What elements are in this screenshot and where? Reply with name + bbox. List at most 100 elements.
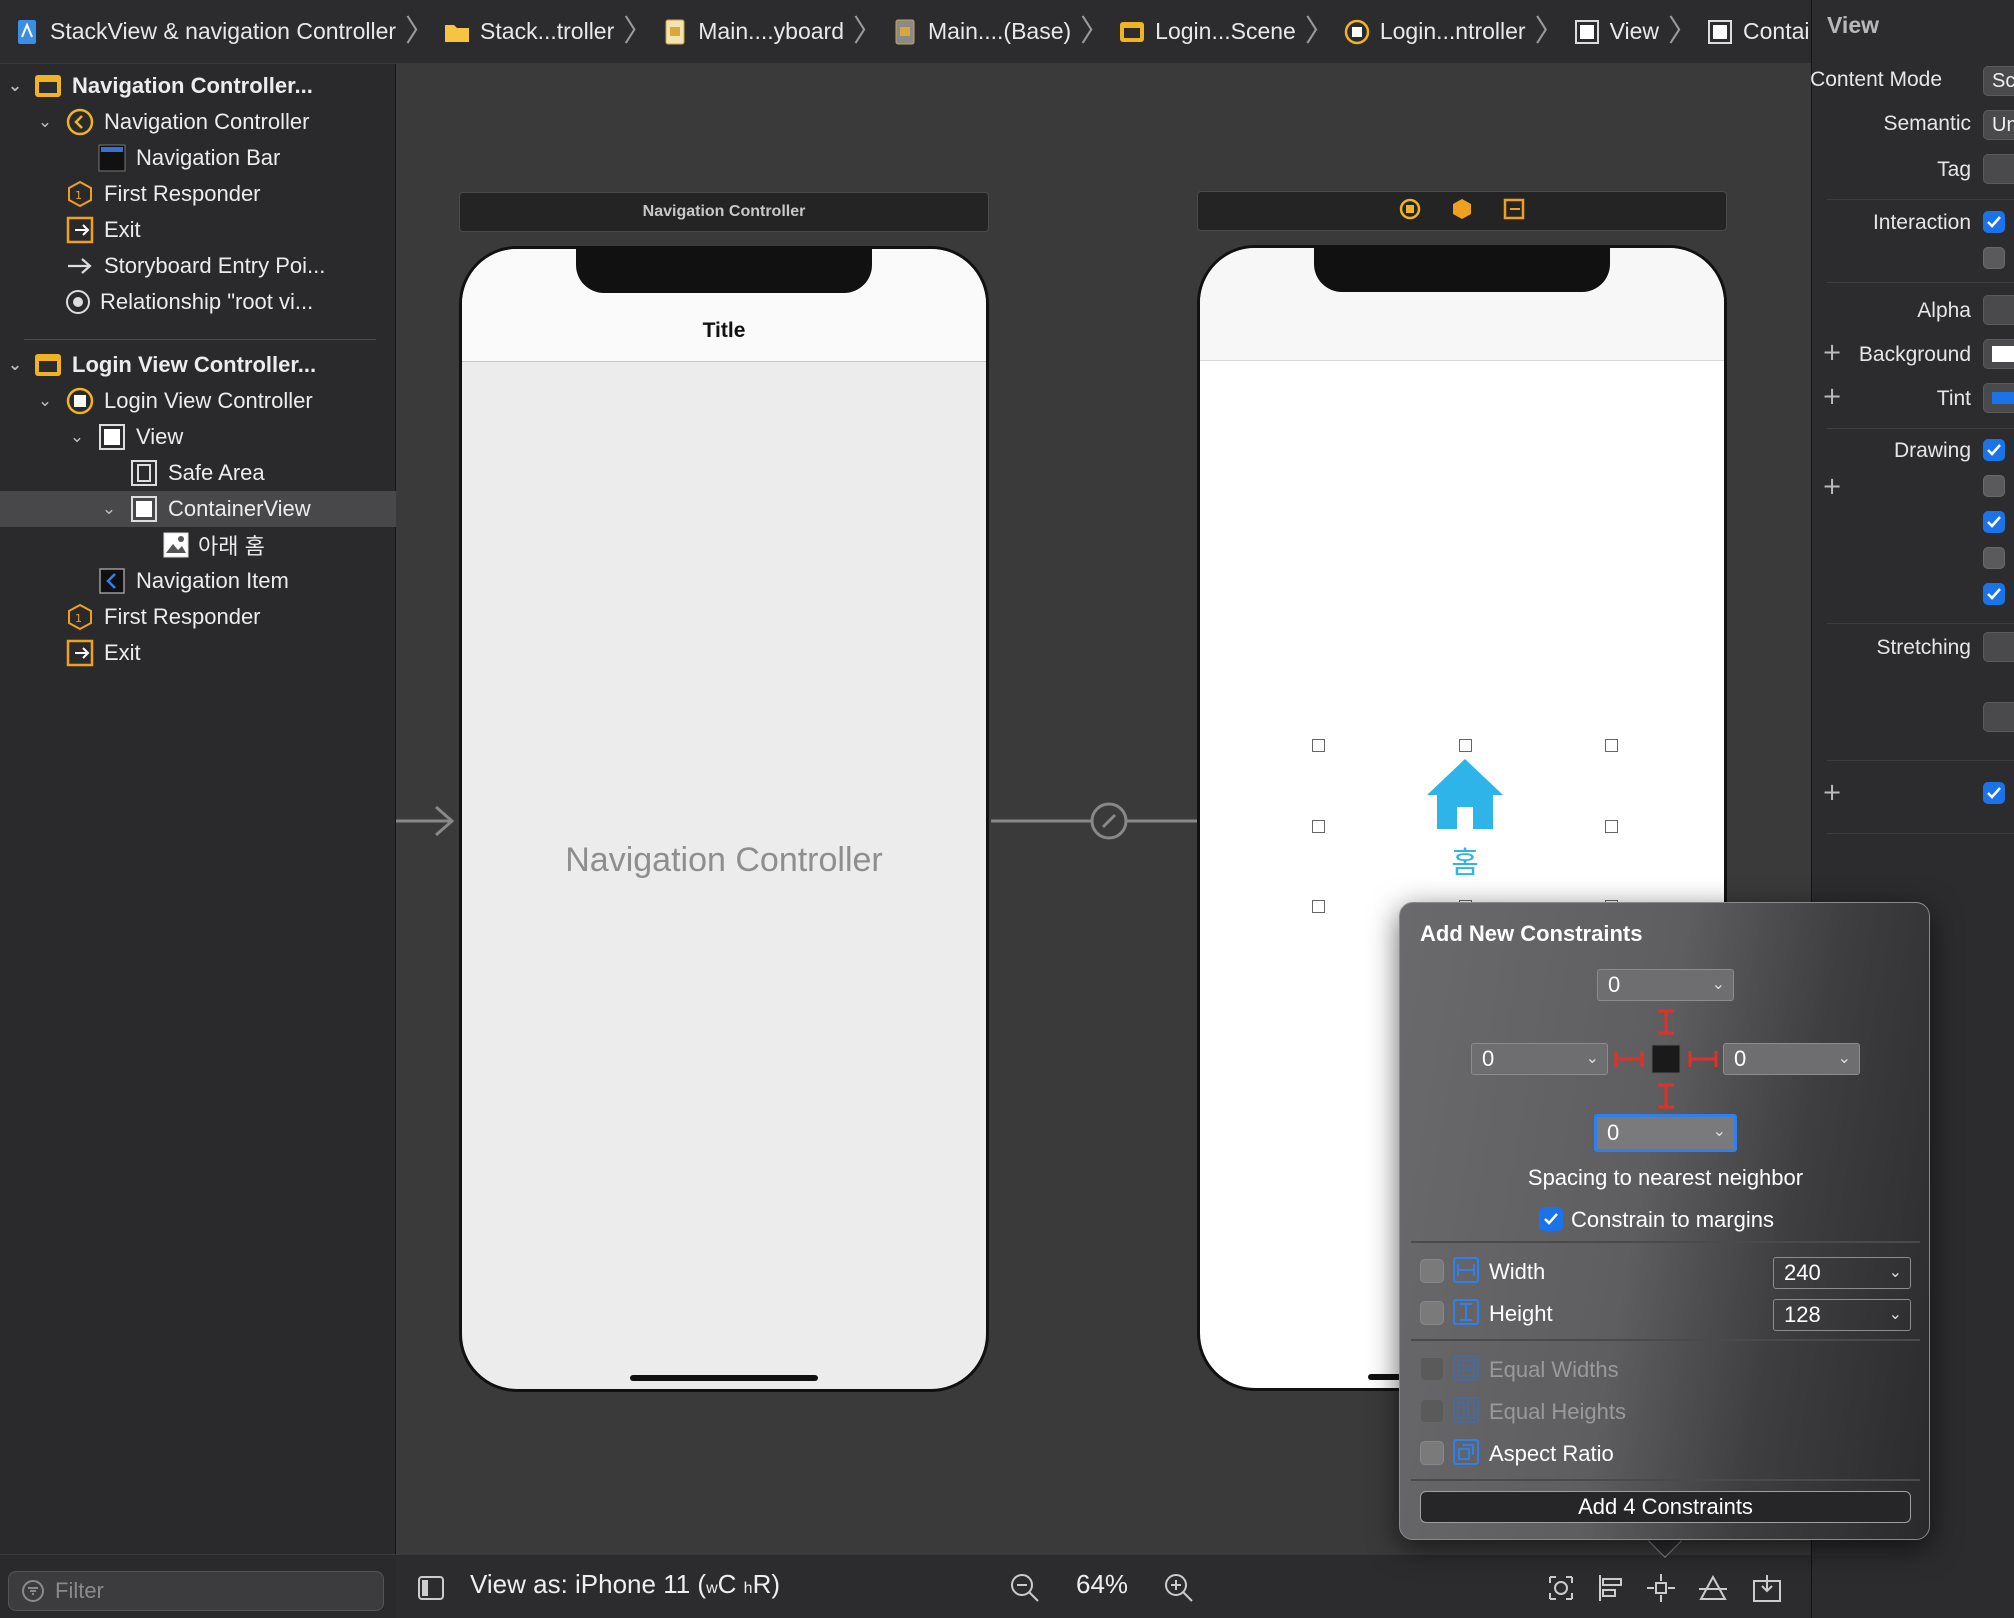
- resize-handle[interactable]: [1605, 739, 1618, 752]
- resolve-issues-icon[interactable]: [1698, 1573, 1728, 1603]
- add-constraints-icon[interactable]: [1646, 1573, 1676, 1603]
- leading-strut[interactable]: [1614, 1051, 1644, 1067]
- top-spacing-combo[interactable]: 0 ⌄: [1597, 969, 1734, 1001]
- width-checkbox[interactable]: [1420, 1259, 1444, 1283]
- outline-item-exit[interactable]: Exit: [0, 635, 396, 671]
- breadcrumb-storyboard-base[interactable]: Main....(Base): [892, 12, 1071, 52]
- outline-item-exit[interactable]: Exit: [0, 212, 396, 248]
- height-checkbox[interactable]: [1420, 1301, 1444, 1325]
- aspect-ratio-checkbox[interactable]: [1420, 1441, 1444, 1465]
- user-interaction-enabled-checkbox[interactable]: [1983, 211, 2005, 233]
- semantic-select[interactable]: Un: [1983, 110, 2014, 140]
- tag-field[interactable]: [1983, 154, 2014, 184]
- chevron-down-icon[interactable]: ⌄: [36, 391, 54, 411]
- top-strut[interactable]: [1658, 1009, 1674, 1035]
- background-swatch: [1992, 346, 2014, 362]
- outline-item-storyboard-entry-point[interactable]: Storyboard Entry Poi...: [0, 248, 396, 284]
- leading-spacing-combo[interactable]: 0 ⌄: [1471, 1043, 1608, 1075]
- view-controller-icon[interactable]: [1399, 198, 1421, 225]
- outline-item-login-view-controller[interactable]: ⌄ Login View Controller: [0, 383, 396, 419]
- opaque-checkbox[interactable]: [1983, 439, 2005, 461]
- alpha-field[interactable]: [1983, 295, 2014, 325]
- outline-item-container-view[interactable]: ⌄ ContainerView: [0, 491, 396, 527]
- outline-item-navigation-controller[interactable]: ⌄ Navigation Controller: [0, 104, 396, 140]
- chevron-down-icon[interactable]: ⌄: [1712, 974, 1725, 993]
- bottom-strut[interactable]: [1658, 1083, 1674, 1109]
- navigation-controller-scene-header[interactable]: Navigation Controller: [459, 192, 989, 232]
- stretching-width-field[interactable]: [1983, 702, 2014, 732]
- installed-checkbox[interactable]: [1983, 782, 2005, 804]
- resize-handle[interactable]: [1605, 820, 1618, 833]
- outline-item-navigation-controller-scene[interactable]: ⌄ Navigation Controller...: [0, 68, 396, 104]
- hidden-checkbox[interactable]: [1983, 475, 2005, 497]
- zoom-in-icon[interactable]: [1164, 1573, 1194, 1603]
- outline-item-label: Exit: [104, 640, 141, 665]
- constrain-margins-checkbox[interactable]: [1539, 1207, 1563, 1231]
- content-mode-select[interactable]: Sc: [1983, 66, 2014, 96]
- resize-handle[interactable]: [1459, 739, 1472, 752]
- breadcrumb-storyboard[interactable]: Main....yboard: [662, 12, 844, 52]
- stretching-x-field[interactable]: [1983, 632, 2014, 662]
- first-responder-icon[interactable]: [1451, 198, 1473, 225]
- breadcrumb-scene[interactable]: Login...Scene: [1119, 12, 1296, 52]
- equal-heights-checkbox[interactable]: [1420, 1399, 1444, 1423]
- breadcrumb-view[interactable]: View: [1574, 12, 1659, 52]
- breadcrumb-view-controller[interactable]: Login...ntroller: [1344, 12, 1526, 52]
- autoresize-subviews-checkbox[interactable]: [1983, 583, 2005, 605]
- storyboard-entry-arrow-icon[interactable]: [396, 796, 456, 846]
- resize-handle[interactable]: [1312, 820, 1325, 833]
- chevron-down-icon[interactable]: ⌄: [68, 427, 86, 447]
- tint-color-well[interactable]: [1983, 383, 2014, 413]
- resize-handle[interactable]: [1312, 900, 1325, 913]
- resize-handle[interactable]: [1312, 739, 1325, 752]
- width-value-combo[interactable]: 240 ⌄: [1773, 1257, 1911, 1289]
- breadcrumb-project[interactable]: StackView & navigation Controller: [14, 12, 396, 52]
- outline-item-login-scene[interactable]: ⌄ Login View Controller...: [0, 347, 396, 383]
- chevron-down-icon[interactable]: ⌄: [1889, 1262, 1902, 1281]
- add-variation-icon[interactable]: +: [1822, 778, 1842, 806]
- navigation-controller-phone[interactable]: Title Navigation Controller: [459, 246, 989, 1392]
- chevron-down-icon[interactable]: ⌄: [1586, 1048, 1599, 1067]
- outline-item-image-view[interactable]: 아래 홈: [0, 527, 396, 563]
- add-variation-icon[interactable]: +: [1822, 472, 1842, 500]
- outline-item-first-responder[interactable]: 1 First Responder: [0, 176, 396, 212]
- container-view[interactable]: 홈: [1312, 739, 1618, 913]
- height-value-combo[interactable]: 128 ⌄: [1773, 1299, 1911, 1331]
- chevron-down-icon[interactable]: ⌄: [1713, 1121, 1726, 1140]
- background-color-well[interactable]: [1983, 339, 2014, 369]
- filter-input[interactable]: Filter: [8, 1571, 384, 1611]
- chevron-down-icon[interactable]: ⌄: [100, 499, 118, 519]
- chevron-down-icon[interactable]: ⌄: [6, 76, 24, 96]
- update-frames-icon[interactable]: [1546, 1573, 1576, 1603]
- sidebar-toggle-icon[interactable]: [416, 1573, 446, 1603]
- clip-to-bounds-checkbox[interactable]: [1983, 547, 2005, 569]
- chevron-down-icon[interactable]: ⌄: [1889, 1304, 1902, 1323]
- equal-widths-checkbox[interactable]: [1420, 1357, 1444, 1381]
- exit-icon[interactable]: [1503, 198, 1525, 225]
- align-icon[interactable]: [1596, 1573, 1626, 1603]
- bottom-spacing-combo[interactable]: 0 ⌄: [1594, 1114, 1737, 1152]
- trailing-strut[interactable]: [1688, 1051, 1718, 1067]
- outline-item-safe-area[interactable]: Safe Area: [0, 455, 396, 491]
- outline-item-navigation-item[interactable]: Navigation Item: [0, 563, 396, 599]
- breadcrumb-container-view[interactable]: ContainerView: [1707, 12, 1811, 52]
- outline-item-navigation-bar[interactable]: Navigation Bar: [0, 140, 396, 176]
- project-icon: [14, 19, 40, 45]
- add-variation-icon[interactable]: +: [1822, 338, 1842, 366]
- clears-graphics-context-checkbox[interactable]: [1983, 511, 2005, 533]
- view-as-device[interactable]: View as: iPhone 11 (wC hR): [470, 1569, 780, 1600]
- outline-item-first-responder[interactable]: 1 First Responder: [0, 599, 396, 635]
- embed-in-icon[interactable]: [1752, 1573, 1782, 1603]
- add-variation-icon[interactable]: +: [1822, 382, 1842, 410]
- outline-item-view[interactable]: ⌄ View: [0, 419, 396, 455]
- outline-item-relationship[interactable]: Relationship "root vi...: [0, 284, 396, 320]
- breadcrumb-folder[interactable]: Stack...troller: [444, 12, 614, 52]
- zoom-out-icon[interactable]: [1010, 1573, 1040, 1603]
- chevron-down-icon[interactable]: ⌄: [36, 112, 54, 132]
- add-constraints-button[interactable]: Add 4 Constraints: [1420, 1491, 1911, 1523]
- chevron-down-icon[interactable]: ⌄: [1838, 1048, 1851, 1067]
- multiple-touch-checkbox[interactable]: [1983, 247, 2005, 269]
- login-scene-header[interactable]: [1197, 191, 1727, 231]
- trailing-spacing-combo[interactable]: 0 ⌄: [1723, 1043, 1860, 1075]
- chevron-down-icon[interactable]: ⌄: [6, 355, 24, 375]
